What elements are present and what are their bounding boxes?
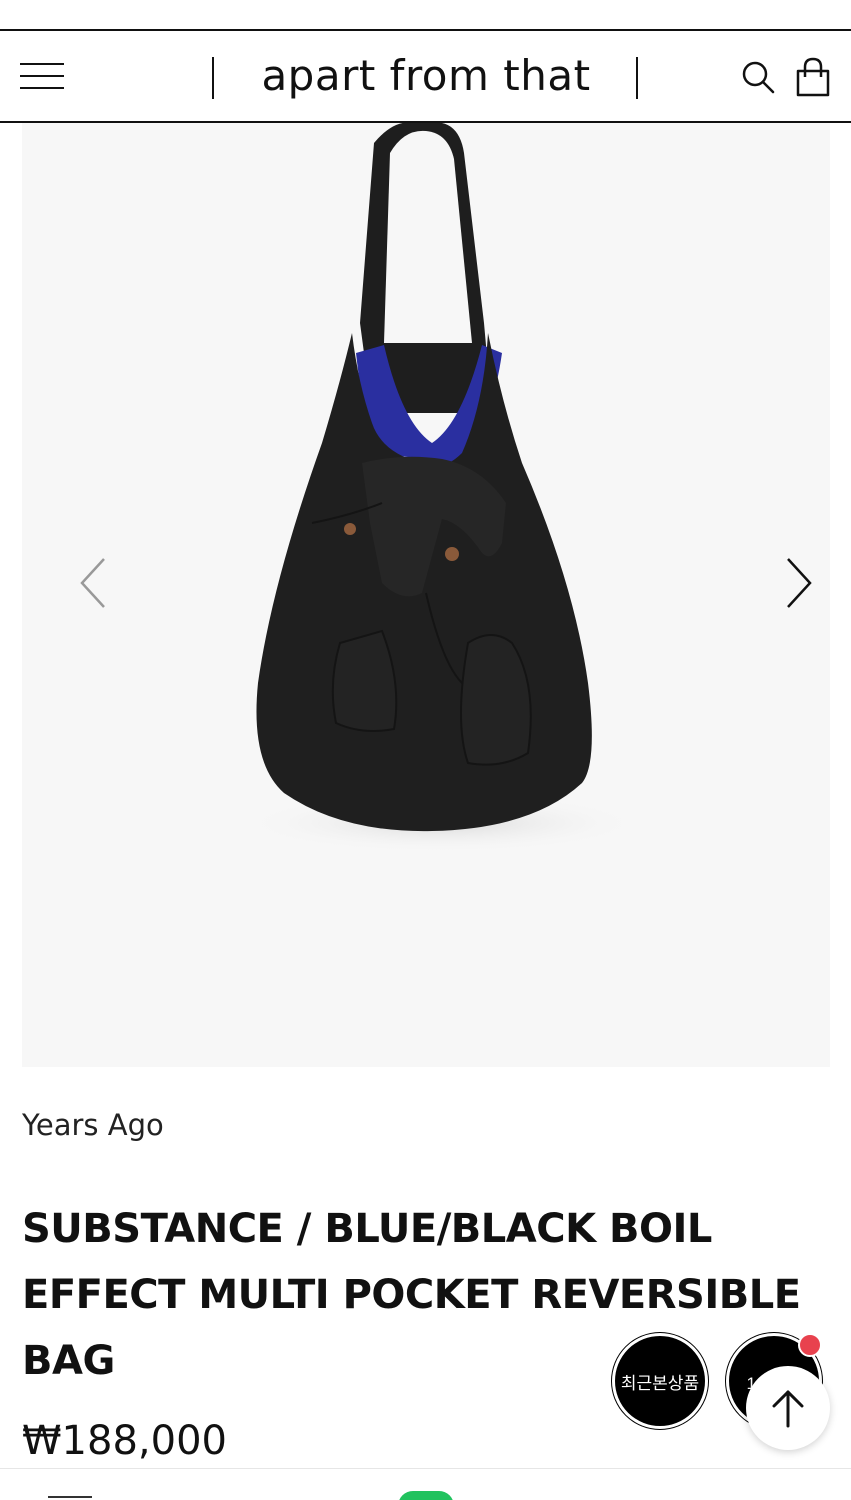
product-image-gallery[interactable] (22, 123, 830, 1067)
product-brand[interactable]: Years Ago (22, 1108, 164, 1142)
recent-products-button[interactable]: 최근본상품 (612, 1333, 708, 1429)
notification-badge (798, 1333, 822, 1357)
bottom-bar-icon[interactable] (48, 1496, 92, 1498)
chevron-right-icon[interactable] (780, 551, 820, 611)
header-divider-right (636, 57, 638, 99)
product-price: ₩188,000 (22, 1418, 227, 1464)
scroll-to-top-button[interactable] (746, 1366, 830, 1450)
shopping-bag-icon[interactable] (794, 55, 832, 99)
site-header: apart from that (0, 29, 851, 123)
search-icon[interactable] (740, 57, 776, 97)
chevron-left-icon[interactable] (72, 551, 112, 611)
header-divider-left (212, 57, 214, 99)
site-logo[interactable]: apart from that (226, 51, 626, 100)
product-image (242, 123, 642, 853)
bottom-bar-green-button[interactable] (398, 1491, 454, 1500)
arrow-up-icon (772, 1390, 804, 1428)
bottom-bar (0, 1469, 851, 1500)
status-area (0, 0, 851, 30)
hamburger-menu-icon[interactable] (20, 61, 66, 93)
